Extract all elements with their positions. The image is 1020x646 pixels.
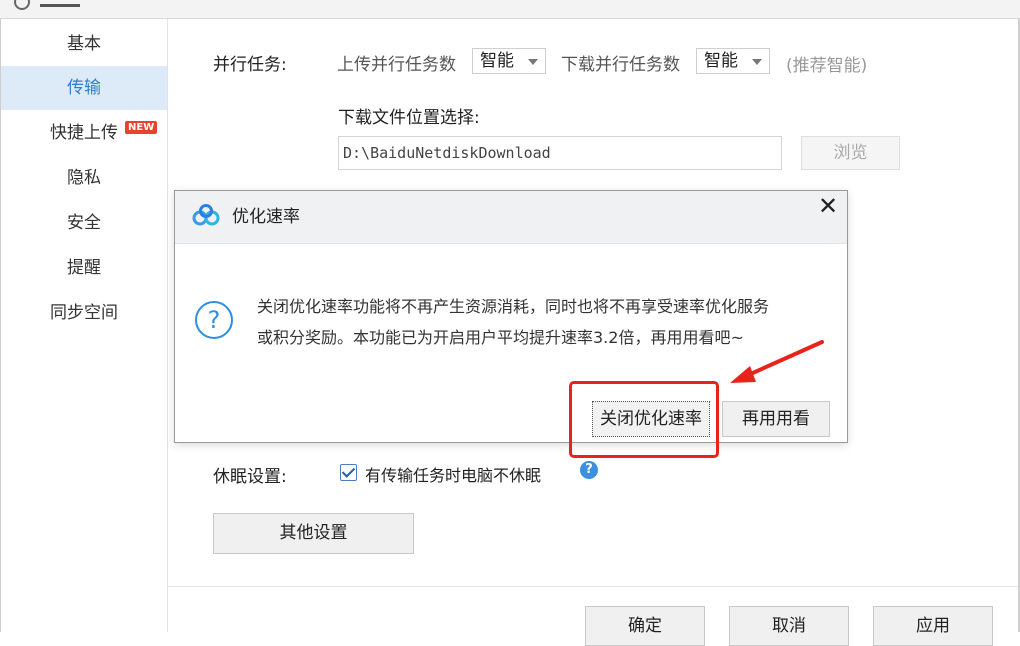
optimize-speed-dialog: 优化速率 ✕ ? 关闭优化速率功能将不再产生资源消耗，同时也将不再享受速率优化服… <box>174 190 848 443</box>
sidebar-item-label: 安全 <box>67 213 101 233</box>
annotation-highlight-box <box>569 381 719 458</box>
prevent-sleep-checkbox[interactable] <box>340 464 357 481</box>
window-title-fragment <box>40 0 80 7</box>
download-location-label: 下载文件位置选择: <box>338 108 480 128</box>
sleep-settings-label: 休眠设置: <box>213 467 287 487</box>
download-parallel-label: 下载并行任务数 <box>561 55 680 75</box>
chevron-down-icon <box>528 59 538 65</box>
window-titlebar <box>0 0 1020 19</box>
other-settings-button[interactable]: 其他设置 <box>213 513 414 554</box>
ok-button[interactable]: 确定 <box>585 606 705 646</box>
annotation-arrow-icon <box>730 340 824 383</box>
chevron-down-icon <box>752 59 762 65</box>
sidebar-item-label: 基本 <box>67 34 101 54</box>
settings-sidebar: 基本 传输 快捷上传 NEW 隐私 安全 提醒 同步空间 <box>1 19 168 632</box>
cancel-button[interactable]: 取消 <box>729 606 849 646</box>
help-icon[interactable]: ? <box>580 461 598 479</box>
prevent-sleep-label: 有传输任务时电脑不休眠 <box>365 466 542 485</box>
sidebar-item-privacy[interactable]: 隐私 <box>1 156 167 200</box>
download-parallel-value: 智能 <box>704 51 738 71</box>
upload-parallel-value: 智能 <box>480 51 514 71</box>
dialog-header: 优化速率 ✕ <box>175 191 847 244</box>
try-again-button[interactable]: 再用用看 <box>722 401 830 437</box>
dialog-message-line: 关闭优化速率功能将不再产生资源消耗，同时也将不再享受速率优化服务 <box>257 297 770 316</box>
sidebar-item-sync-space[interactable]: 同步空间 <box>1 291 167 335</box>
recommend-hint: (推荐智能) <box>786 56 868 76</box>
parallel-tasks-label: 并行任务: <box>213 55 287 75</box>
sidebar-item-quick-upload[interactable]: 快捷上传 NEW <box>1 111 167 155</box>
apply-button[interactable]: 应用 <box>873 606 993 646</box>
sidebar-item-label: 同步空间 <box>50 303 118 323</box>
sidebar-item-label: 提醒 <box>67 258 101 278</box>
sidebar-item-basic[interactable]: 基本 <box>1 22 167 66</box>
download-parallel-select[interactable]: 智能 <box>696 48 770 74</box>
download-path-input[interactable]: D:\BaiduNetdiskDownload <box>338 136 782 170</box>
dialog-title: 优化速率 <box>232 207 300 227</box>
sidebar-item-security[interactable]: 安全 <box>1 201 167 245</box>
settings-gear-icon <box>14 0 30 10</box>
sidebar-item-transfer[interactable]: 传输 <box>1 66 167 110</box>
upload-parallel-select[interactable]: 智能 <box>472 48 546 74</box>
question-icon: ? <box>195 301 233 339</box>
checkmark-icon <box>341 464 356 478</box>
sidebar-item-reminder[interactable]: 提醒 <box>1 246 167 290</box>
baidu-netdisk-logo-icon <box>192 204 220 226</box>
close-icon[interactable]: ✕ <box>815 193 841 219</box>
upload-parallel-label: 上传并行任务数 <box>337 55 456 75</box>
browse-button[interactable]: 浏览 <box>801 136 900 170</box>
new-badge: NEW <box>125 121 158 134</box>
sidebar-item-label: 传输 <box>67 78 101 98</box>
sidebar-item-label: 快捷上传 <box>50 123 118 143</box>
sidebar-item-label: 隐私 <box>67 168 101 188</box>
footer-divider <box>168 586 1018 587</box>
